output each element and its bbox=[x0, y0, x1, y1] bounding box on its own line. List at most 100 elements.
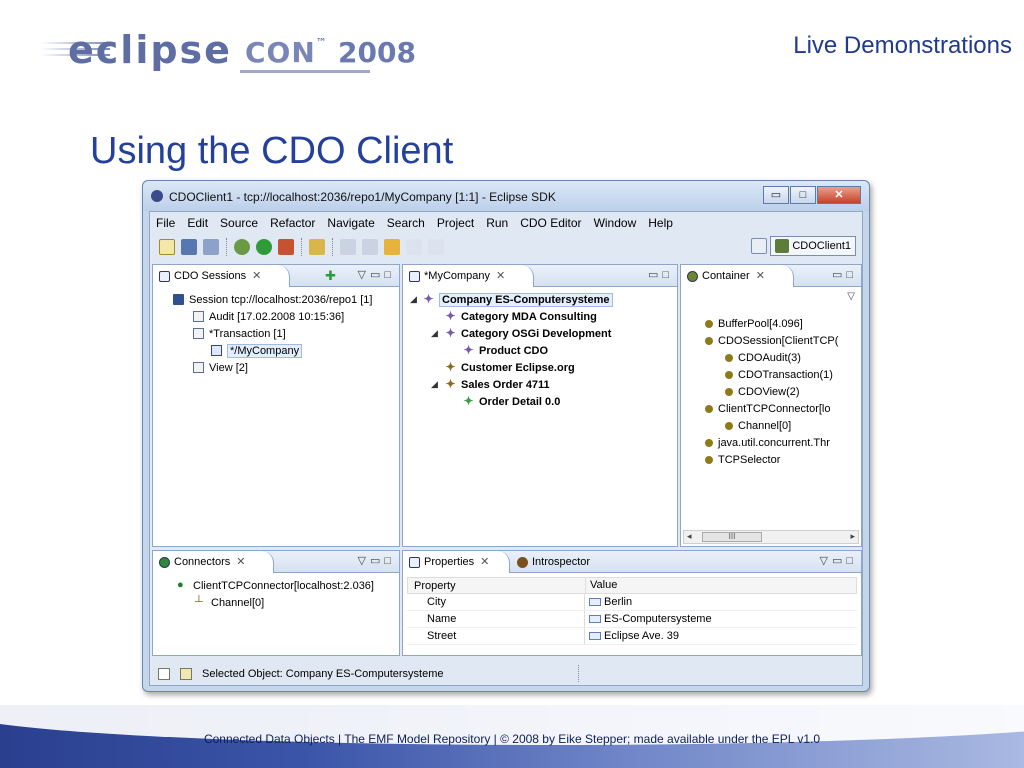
minimize-view-icon[interactable]: ▭ bbox=[370, 555, 384, 567]
view-menu-icon[interactable]: ▽ bbox=[357, 269, 369, 281]
run-icon[interactable] bbox=[256, 239, 272, 255]
tree-item[interactable]: ClientTCPConnector[lo bbox=[705, 400, 831, 417]
property-value[interactable]: Berlin bbox=[585, 594, 632, 610]
window-titlebar[interactable]: CDOClient1 - tcp://localhost:2036/repo1/… bbox=[143, 181, 869, 211]
back-icon[interactable] bbox=[406, 239, 422, 255]
tree-item[interactable]: BufferPool[4.096] bbox=[705, 315, 803, 332]
close-tab-icon[interactable]: ✕ bbox=[236, 551, 245, 573]
maximize-view-icon[interactable]: □ bbox=[846, 269, 857, 281]
maximize-view-icon[interactable]: □ bbox=[384, 555, 395, 567]
menu-help[interactable]: Help bbox=[642, 214, 679, 232]
tree-item[interactable]: CDOView(2) bbox=[725, 383, 800, 400]
minimize-view-icon[interactable]: ▭ bbox=[832, 269, 846, 281]
close-tab-icon[interactable]: ✕ bbox=[756, 265, 765, 287]
tree-item[interactable]: ✦ Customer Eclipse.org bbox=[445, 359, 574, 376]
close-tab-icon[interactable]: ✕ bbox=[252, 265, 261, 287]
tree-item[interactable]: Channel[0] bbox=[725, 417, 791, 434]
add-session-icon[interactable]: ✚ bbox=[325, 268, 336, 284]
tree-item[interactable]: ✦ Sales Order 4711 bbox=[445, 376, 549, 393]
tab-properties[interactable]: Properties ✕ bbox=[403, 551, 511, 573]
menu-refactor[interactable]: Refactor bbox=[264, 214, 321, 232]
horizontal-scrollbar[interactable]: ◂ III ▸ bbox=[683, 530, 859, 544]
tree-item[interactable]: Session tcp://localhost:2036/repo1 [1] bbox=[173, 291, 372, 308]
print-icon[interactable] bbox=[203, 239, 219, 255]
minimize-view-icon[interactable]: ▭ bbox=[370, 269, 384, 281]
tree-item[interactable]: ✦ Company ES-Computersysteme bbox=[423, 291, 613, 308]
maximize-view-icon[interactable]: □ bbox=[846, 555, 857, 567]
close-tab-icon[interactable]: ✕ bbox=[496, 265, 505, 287]
table-row[interactable]: Street Eclipse Ave. 39 bbox=[407, 628, 857, 645]
expand-arrow-icon[interactable]: ◢ bbox=[410, 294, 417, 305]
tab-mycompany[interactable]: *MyCompany ✕ bbox=[403, 265, 535, 287]
menu-navigate[interactable]: Navigate bbox=[321, 214, 380, 232]
tree-item[interactable]: CDOTransaction(1) bbox=[725, 366, 833, 383]
tree-item[interactable]: ✦ Category MDA Consulting bbox=[445, 308, 596, 325]
tree-item[interactable]: TCPSelector bbox=[705, 451, 780, 468]
tab-connectors[interactable]: Connectors ✕ bbox=[153, 551, 275, 573]
property-value[interactable]: ES-Computersysteme bbox=[585, 611, 712, 627]
last-edit-icon[interactable] bbox=[384, 239, 400, 255]
scroll-thumb[interactable]: III bbox=[702, 532, 762, 542]
tab-container[interactable]: Container ✕ bbox=[681, 265, 794, 287]
tree-item[interactable]: View [2] bbox=[193, 359, 248, 376]
minimize-view-icon[interactable]: ▭ bbox=[648, 269, 662, 281]
menu-window[interactable]: Window bbox=[588, 214, 643, 232]
close-button[interactable]: ✕ bbox=[817, 186, 861, 204]
new-icon[interactable] bbox=[159, 239, 175, 255]
toolbar-separator bbox=[301, 238, 302, 256]
minimize-view-icon[interactable]: ▭ bbox=[832, 555, 846, 567]
tree-item[interactable]: Audit [17.02.2008 10:15:36] bbox=[193, 308, 344, 325]
tree-item-label: ClientTCPConnector[localhost:2.036] bbox=[193, 579, 374, 592]
previous-annotation-icon[interactable] bbox=[362, 239, 378, 255]
column-value[interactable]: Value bbox=[586, 578, 617, 593]
tab-cdo-sessions[interactable]: CDO Sessions ✕ bbox=[153, 265, 291, 287]
tree-item[interactable]: CDOAudit(3) bbox=[725, 349, 801, 366]
table-row[interactable]: City Berlin bbox=[407, 594, 857, 611]
tree-item[interactable]: */MyCompany bbox=[211, 342, 303, 359]
tree-item[interactable]: ✦ Category OSGi Development bbox=[445, 325, 611, 342]
connectors-view: Connectors ✕ ▽▭□ ● ClientTCPConnector[loc… bbox=[152, 550, 400, 656]
scroll-right-icon[interactable]: ▸ bbox=[850, 531, 855, 542]
introspector-icon bbox=[517, 556, 528, 568]
perspective-cdoclient-button[interactable]: CDOClient1 bbox=[770, 236, 856, 256]
scroll-left-icon[interactable]: ◂ bbox=[687, 531, 692, 542]
menu-project[interactable]: Project bbox=[431, 214, 480, 232]
column-property[interactable]: Property bbox=[408, 578, 586, 593]
fast-view-icon[interactable] bbox=[158, 667, 170, 680]
tree-item[interactable]: CDOSession[ClientTCP( bbox=[705, 332, 838, 349]
expand-arrow-icon[interactable]: ◢ bbox=[431, 379, 438, 390]
close-tab-icon[interactable]: ✕ bbox=[480, 551, 489, 573]
pencil-icon[interactable] bbox=[309, 239, 325, 255]
menu-search[interactable]: Search bbox=[381, 214, 431, 232]
tree-item[interactable]: ✦ Product CDO bbox=[463, 342, 548, 359]
expand-arrow-icon[interactable]: ◢ bbox=[431, 328, 438, 339]
minimize-button[interactable]: ▭ bbox=[763, 186, 789, 204]
maximize-view-icon[interactable]: □ bbox=[662, 269, 673, 281]
tree-item[interactable]: ✦ Order Detail 0.0 bbox=[463, 393, 560, 410]
table-header: Property Value bbox=[407, 577, 857, 594]
sessions-tree: Session tcp://localhost:2036/repo1 [1] A… bbox=[153, 287, 399, 546]
tab-introspector[interactable]: Introspector bbox=[511, 551, 596, 573]
open-perspective-icon[interactable] bbox=[751, 238, 768, 254]
menu-source[interactable]: Source bbox=[214, 214, 264, 232]
next-annotation-icon[interactable] bbox=[340, 239, 356, 255]
forward-icon[interactable] bbox=[428, 239, 444, 255]
maximize-button[interactable]: □ bbox=[790, 186, 816, 204]
tree-item[interactable]: java.util.concurrent.Thr bbox=[705, 434, 830, 451]
view-menu-icon[interactable]: ▽ bbox=[819, 555, 831, 567]
view-menu-icon[interactable]: ▽ bbox=[357, 555, 369, 567]
tree-item[interactable]: ┴ Channel[0] bbox=[195, 594, 264, 611]
debug-icon[interactable] bbox=[234, 239, 250, 255]
maximize-view-icon[interactable]: □ bbox=[384, 269, 395, 281]
menu-cdo-editor[interactable]: CDO Editor bbox=[514, 214, 587, 232]
save-icon[interactable] bbox=[181, 239, 197, 255]
menu-file[interactable]: File bbox=[150, 214, 181, 232]
tree-item[interactable]: *Transaction [1] bbox=[193, 325, 286, 342]
menu-edit[interactable]: Edit bbox=[181, 214, 214, 232]
menu-run[interactable]: Run bbox=[480, 214, 514, 232]
tree-item[interactable]: ● ClientTCPConnector[localhost:2.036] bbox=[177, 577, 374, 594]
property-value[interactable]: Eclipse Ave. 39 bbox=[585, 628, 679, 644]
table-row[interactable]: Name ES-Computersysteme bbox=[407, 611, 857, 628]
external-tools-icon[interactable] bbox=[278, 239, 294, 255]
connectors-tree: ● ClientTCPConnector[localhost:2.036] ┴ Ch… bbox=[153, 573, 399, 655]
